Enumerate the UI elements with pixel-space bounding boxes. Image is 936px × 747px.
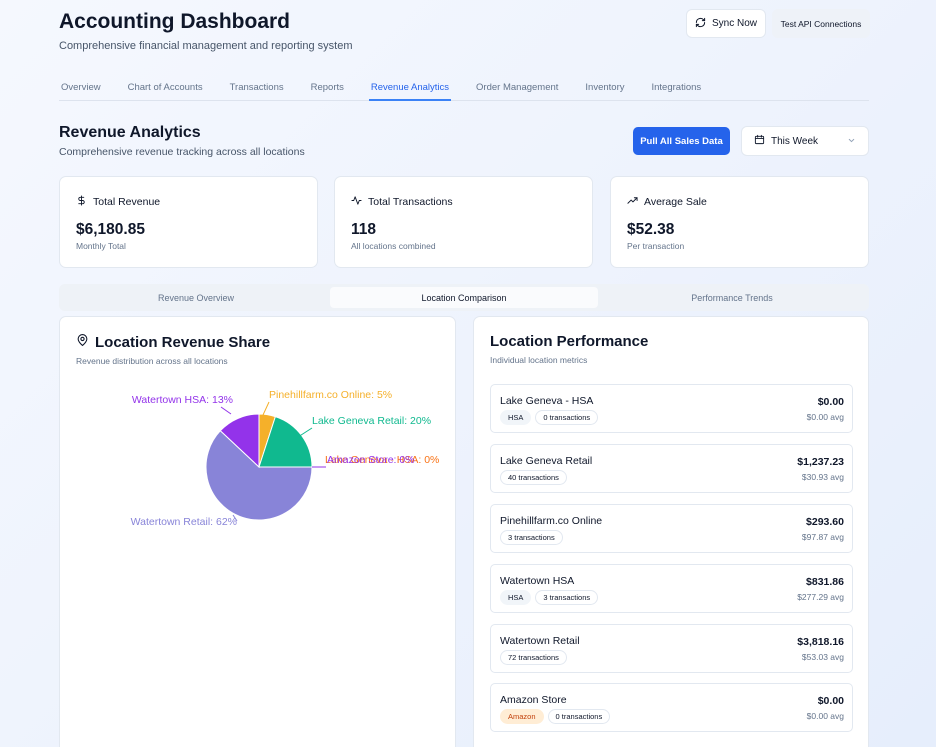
location-row[interactable]: Amazon Store Amazon 0 transactions $0.00…: [490, 683, 853, 732]
location-name: Lake Geneva - HSA: [500, 395, 594, 407]
dollar-icon: [76, 195, 87, 209]
stat-card-total-revenue: Total Revenue $6,180.85 Monthly Total: [59, 176, 318, 268]
amazon-badge: Amazon: [500, 709, 544, 724]
location-name: Amazon Store: [500, 694, 567, 706]
stat-label: Total Transactions: [368, 196, 453, 208]
refresh-icon: [695, 17, 706, 31]
pie-slice-label: Pinehillfarm.co Online: 5%: [269, 389, 392, 401]
nav-integrations[interactable]: Integrations: [650, 78, 704, 100]
trending-up-icon: [627, 195, 638, 209]
nav-reports[interactable]: Reports: [309, 78, 346, 100]
location-name: Watertown HSA: [500, 575, 575, 587]
location-name: Watertown Retail: [500, 635, 580, 647]
transactions-badge: 72 transactions: [500, 650, 567, 665]
revenue-share-pie-chart: Watertown Retail: 62% Watertown HSA: 13% P…: [131, 389, 440, 528]
location-row[interactable]: Pinehillfarm.co Online 3 transactions $2…: [490, 504, 853, 553]
location-row[interactable]: Lake Geneva - HSA HSA 0 transactions $0.…: [490, 384, 853, 433]
location-avg: $53.03 avg: [801, 652, 844, 662]
location-row[interactable]: Watertown Retail 72 transactions $3,818.…: [490, 624, 853, 673]
main-nav: Overview Chart of Accounts Transactions …: [59, 78, 869, 101]
period-select[interactable]: This Week: [741, 126, 869, 156]
panel-title: Location Performance: [490, 333, 649, 350]
location-row[interactable]: Watertown HSA HSA 3 transactions $831.86…: [490, 564, 853, 613]
tab-performance-trends[interactable]: Performance Trends: [598, 287, 866, 308]
tab-location-comparison[interactable]: Location Comparison: [330, 287, 598, 308]
test-api-connections-button[interactable]: Test API Connections: [772, 9, 870, 38]
location-amount: $831.86: [806, 576, 844, 588]
tab-revenue-overview[interactable]: Revenue Overview: [62, 287, 330, 308]
nav-order-management[interactable]: Order Management: [474, 78, 560, 100]
stat-value: $6,180.85: [76, 221, 145, 238]
pie-label-line: [262, 401, 270, 416]
panel-subtitle: Revenue distribution across all location…: [76, 356, 228, 366]
location-amount: $293.60: [806, 516, 844, 528]
panel-subtitle: Individual location metrics: [490, 355, 588, 365]
location-avg: $97.87 avg: [801, 532, 844, 542]
analytics-tabs: Revenue Overview Location Comparison Per…: [59, 284, 869, 311]
location-name: Pinehillfarm.co Online: [500, 515, 603, 527]
location-avg: $0.00 avg: [806, 412, 844, 422]
hsa-badge: HSA: [500, 410, 532, 425]
stat-value: $52.38: [627, 221, 675, 238]
stat-card-total-transactions: Total Transactions 118 All locations com…: [334, 176, 593, 268]
location-amount: $0.00: [817, 695, 844, 707]
stat-label: Total Revenue: [93, 196, 161, 208]
transactions-badge: 3 transactions: [500, 530, 563, 545]
location-avg: $277.29 avg: [797, 592, 844, 602]
nav-revenue-analytics[interactable]: Revenue Analytics: [368, 78, 452, 101]
stat-caption: Per transaction: [627, 241, 685, 251]
pie-label-line: [297, 427, 313, 438]
section-subtitle: Comprehensive revenue tracking across al…: [59, 146, 305, 158]
stat-caption: Monthly Total: [76, 241, 126, 251]
stat-value: 118: [351, 221, 377, 238]
transactions-badge: 0 transactions: [547, 709, 611, 724]
stat-caption: All locations combined: [351, 241, 436, 251]
location-amount: $0.00: [817, 396, 844, 408]
app-title: Accounting Dashboard: [59, 10, 291, 33]
test-api-label: Test API Connections: [780, 18, 862, 29]
nav-overview[interactable]: Overview: [59, 78, 103, 100]
transactions-badge: 40 transactions: [500, 470, 567, 485]
chevron-down-icon: [847, 136, 856, 147]
panel-title: Location Revenue Share: [95, 333, 271, 351]
hsa-badge: HSA: [500, 590, 532, 605]
pie-label-line: [220, 406, 232, 415]
pie-slice-label: Amazon Store: 0%: [327, 454, 415, 466]
pie-slice-label: Watertown HSA: 13%: [132, 394, 233, 406]
sync-now-button[interactable]: Sync Now: [686, 9, 766, 38]
sync-now-label: Sync Now: [711, 18, 757, 29]
section-title: Revenue Analytics: [59, 124, 201, 141]
location-name: Lake Geneva Retail: [500, 455, 593, 467]
location-revenue-share-panel: Location Revenue Share Revenue distribut…: [59, 316, 456, 747]
location-avg: $30.93 avg: [801, 472, 844, 482]
transactions-badge: 3 transactions: [535, 590, 599, 605]
stat-label: Average Sale: [644, 196, 707, 208]
location-amount: $1,237.23: [797, 456, 844, 468]
period-select-value: This Week: [771, 135, 819, 147]
nav-chart-of-accounts[interactable]: Chart of Accounts: [126, 78, 205, 100]
activity-icon: [351, 195, 362, 209]
nav-transactions[interactable]: Transactions: [228, 78, 286, 100]
location-avg: $0.00 avg: [806, 711, 844, 721]
stat-card-average-sale: Average Sale $52.38 Per transaction: [610, 176, 869, 268]
map-pin-icon: [76, 333, 89, 351]
location-row[interactable]: Lake Geneva Retail 40 transactions $1,23…: [490, 444, 853, 493]
location-performance-panel: Location Performance Individual location…: [473, 316, 869, 747]
location-amount: $3,818.16: [797, 636, 844, 648]
pull-all-sales-data-button[interactable]: Pull All Sales Data: [633, 127, 730, 155]
nav-inventory[interactable]: Inventory: [583, 78, 626, 100]
pie-slice-label: Lake Geneva Retail: 20%: [312, 415, 431, 427]
transactions-badge: 0 transactions: [535, 410, 599, 425]
pie-slice-label: Watertown Retail: 62%: [131, 516, 237, 528]
calendar-icon: [754, 134, 765, 148]
app-subtitle: Comprehensive financial management and r…: [59, 40, 353, 52]
